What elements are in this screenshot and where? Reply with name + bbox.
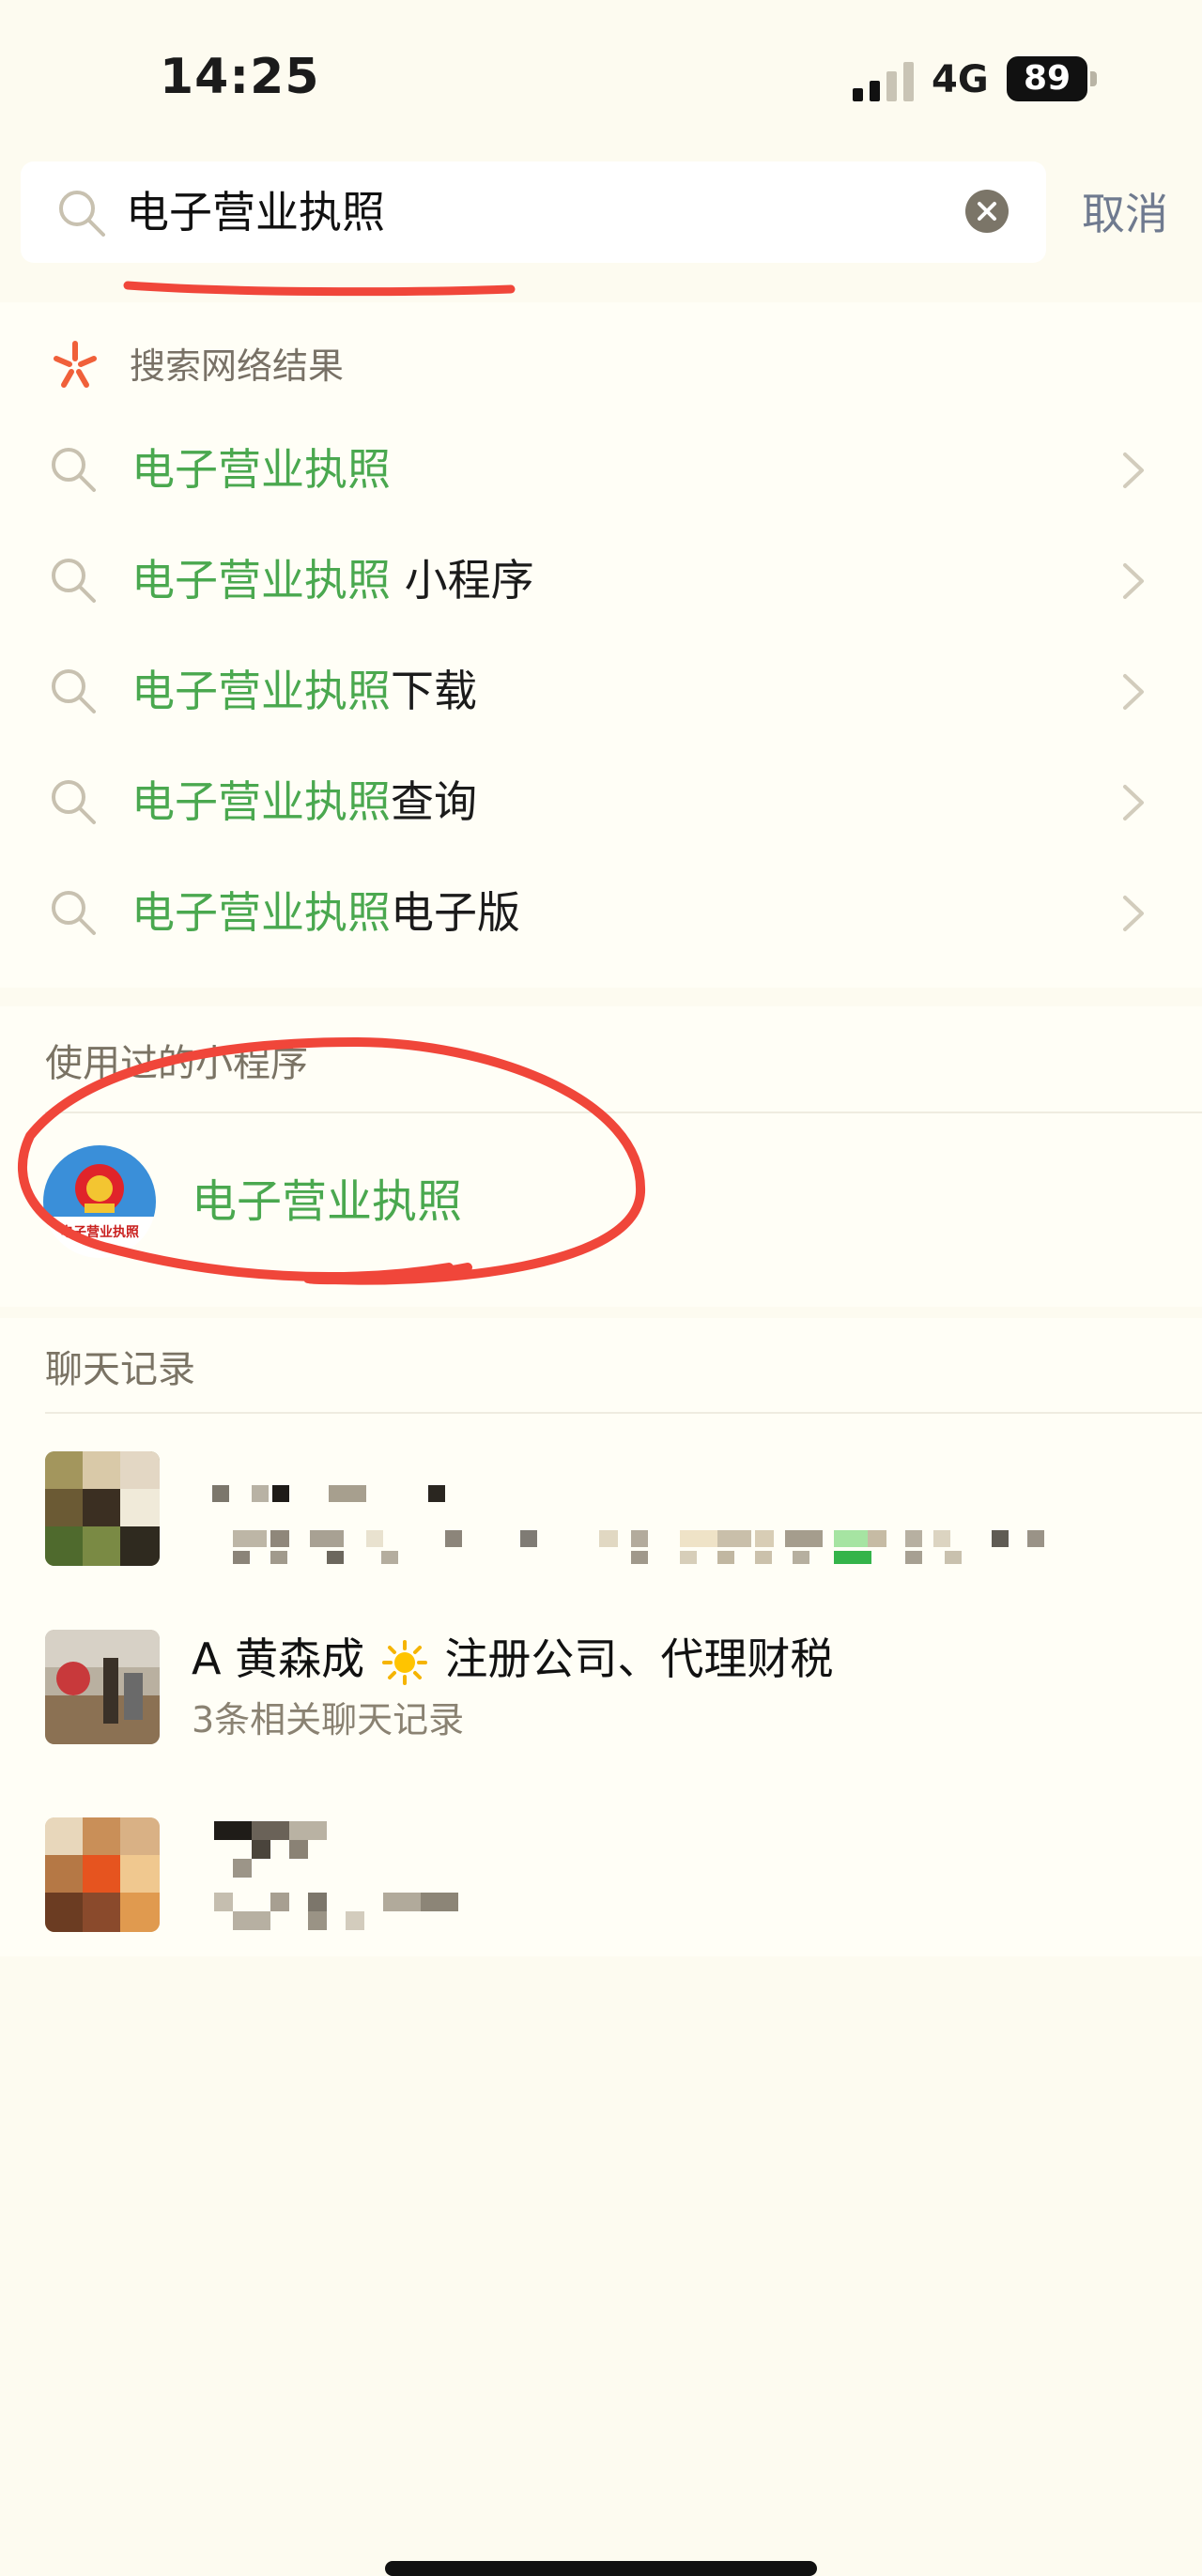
suggestion-keyword: 电子营业执照 [131, 887, 391, 938]
battery-icon: 89 [1007, 56, 1101, 101]
suggestion-keyword: 电子营业执照 [131, 555, 391, 606]
suggestion-keyword: 电子营业执照 [131, 666, 391, 716]
blurred-chat-preview [214, 1821, 458, 1930]
suggestion-suffix: 小程序 [391, 555, 534, 606]
status-time: 14:25 [160, 49, 320, 105]
annotation-circle [18, 1037, 646, 1285]
sun-icon [381, 1639, 427, 1685]
suggestion-suffix: 查询 [391, 776, 477, 827]
related-chat-count: 3条相关聊天记录 [192, 1699, 465, 1740]
annotation-underline [123, 281, 516, 297]
chat-record-row[interactable] [0, 1784, 1202, 1953]
clear-icon [978, 202, 996, 221]
chevron-right-icon [1123, 785, 1144, 820]
search-suggestion[interactable]: 电子营业执照 小程序 [0, 528, 1202, 638]
search-icon [52, 780, 96, 824]
search-icon [52, 559, 96, 603]
contact-avatar [45, 1630, 160, 1744]
search-icon [52, 669, 96, 713]
search-input[interactable]: 电子营业执照 [126, 184, 385, 240]
web-results-header: 搜索网络结果 [130, 345, 345, 387]
search-icon [59, 191, 105, 237]
divider [45, 1412, 1202, 1414]
chevron-right-icon [1123, 896, 1144, 931]
battery-level: 89 [1023, 59, 1071, 98]
suggestion-suffix: 电子版 [391, 887, 520, 938]
network-label: 4G [932, 58, 989, 101]
search-suggestion[interactable]: 电子营业执照 [0, 417, 1202, 528]
chevron-right-icon [1123, 452, 1144, 488]
chat-records-title: 聊天记录 [45, 1348, 195, 1391]
home-indicator [385, 2561, 817, 2576]
chevron-right-icon [1123, 674, 1144, 710]
search-suggestion[interactable]: 电子营业执照下载 [0, 638, 1202, 749]
contact-name-suffix: 注册公司、代理财税 [444, 1633, 834, 1684]
search-icon [52, 448, 96, 492]
suggestion-keyword: 电子营业执照 [131, 776, 391, 827]
cancel-button[interactable]: 取消 [1082, 186, 1168, 242]
suggestion-keyword: 电子营业执照 [131, 444, 391, 495]
search-suggestion[interactable]: 电子营业执照查询 [0, 749, 1202, 860]
signal-icon [853, 62, 914, 101]
suggestion-suffix: 下载 [391, 666, 477, 716]
blurred-avatar [45, 1451, 160, 1566]
blurred-chat-preview [212, 1485, 1044, 1564]
web-search-icon [54, 341, 97, 388]
blurred-avatar [45, 1817, 160, 1932]
search-icon [52, 891, 96, 935]
contact-name-prefix: A 黄森成 [192, 1633, 365, 1684]
clear-button[interactable] [965, 190, 1009, 233]
contact-name: A 黄森成 注册公司、代理财税 [192, 1630, 833, 1688]
chevron-right-icon [1123, 563, 1144, 599]
search-suggestion[interactable]: 电子营业执照电子版 [0, 860, 1202, 971]
